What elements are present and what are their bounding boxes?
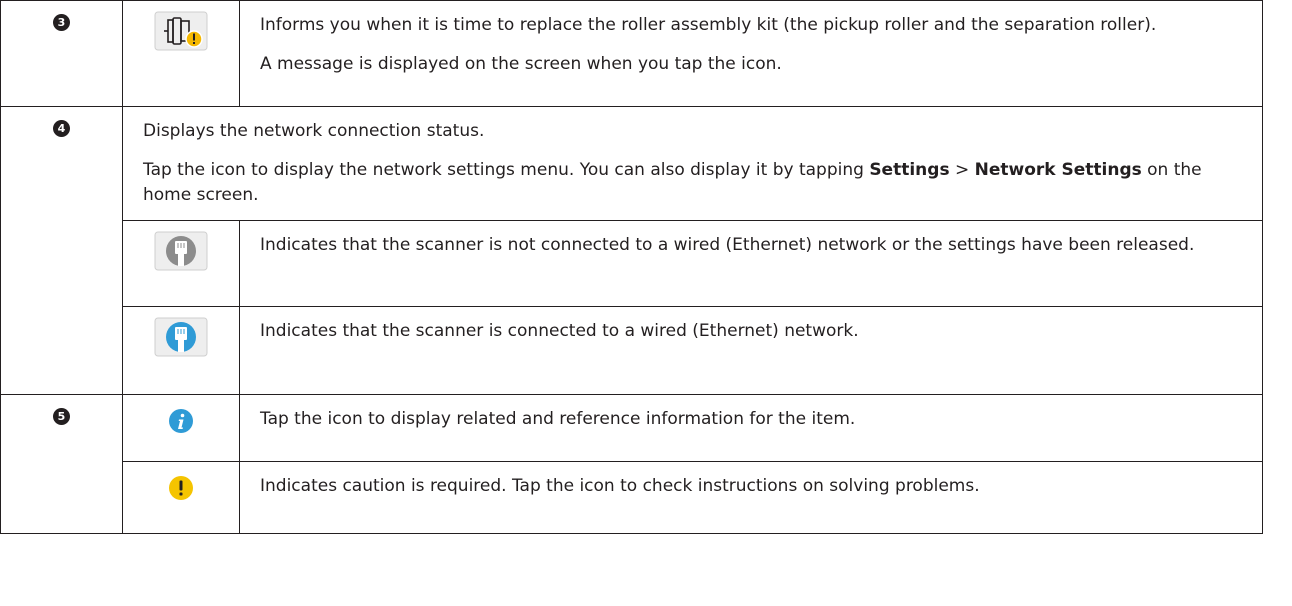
settings-label: Settings <box>869 160 950 180</box>
table-subrow: Indicates caution is required. Tap the i… <box>1 461 1263 534</box>
description-cell: Tap the icon to display related and refe… <box>239 394 1263 462</box>
icon-cell <box>122 220 240 307</box>
row-number-cell: 5 <box>0 394 123 534</box>
description-text: Indicates that the scanner is not connec… <box>260 235 1195 255</box>
description-cell: Indicates that the scanner is connected … <box>239 306 1263 395</box>
ethernet-connected-icon <box>154 317 208 365</box>
caution-icon <box>168 475 194 509</box>
icon-cell <box>122 306 240 395</box>
table-subrow: Indicates that the scanner is connected … <box>1 306 1263 395</box>
description-text: A message is displayed on the screen whe… <box>260 54 782 74</box>
info-icon <box>168 408 194 442</box>
icon-cell <box>122 0 240 107</box>
description-text: Informs you when it is time to replace t… <box>260 15 1157 35</box>
description-cell: Displays the network connection status. … <box>122 106 1263 221</box>
table-subrow: Indicates that the scanner is not connec… <box>1 220 1263 307</box>
table-row-5: 5 Tap the icon to display related and re… <box>0 394 1263 534</box>
description-cell: Informs you when it is time to replace t… <box>239 0 1263 107</box>
row-number-badge: 3 <box>53 14 70 31</box>
table-row-3: 3 Informs you when it is time to replace… <box>0 0 1263 107</box>
icon-reference-table: 3 Informs you when it is time to replace… <box>0 0 1263 534</box>
icon-cell <box>122 461 240 534</box>
icon-cell <box>122 394 240 462</box>
description-text: Indicates that the scanner is connected … <box>260 321 859 341</box>
description-cell: Indicates caution is required. Tap the i… <box>239 461 1263 534</box>
row-number-badge: 4 <box>53 120 70 137</box>
table-row-4: 4 Displays the network connection status… <box>0 106 1263 395</box>
roller-warning-icon <box>154 11 208 59</box>
description-cell: Indicates that the scanner is not connec… <box>239 220 1263 307</box>
row-number-cell: 4 <box>0 106 123 395</box>
network-settings-label: Network Settings <box>974 160 1142 180</box>
description-text: Tap the icon to display the network sett… <box>143 160 1202 205</box>
row-number-cell: 3 <box>0 0 123 107</box>
description-text: Displays the network connection status. <box>143 121 485 141</box>
description-text: Tap the icon to display related and refe… <box>260 409 856 429</box>
description-text: Indicates caution is required. Tap the i… <box>260 476 980 496</box>
ethernet-disconnected-icon <box>154 231 208 279</box>
row-number-badge: 5 <box>53 408 70 425</box>
